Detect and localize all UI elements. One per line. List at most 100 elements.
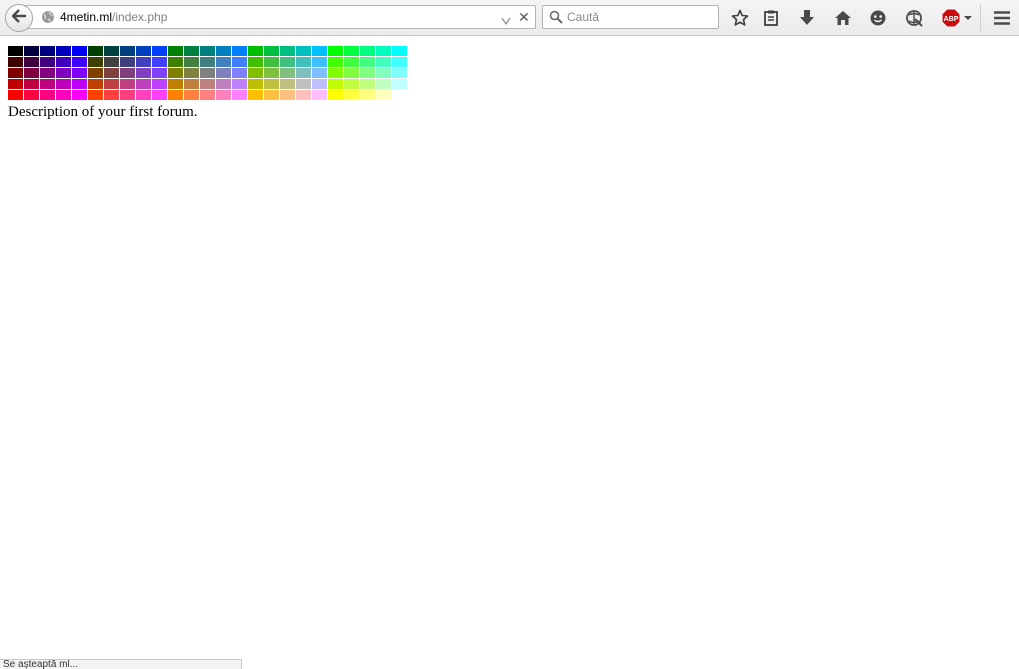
palette-color-cell[interactable] [392,79,407,89]
palette-color-cell[interactable] [152,90,167,100]
chat-icon[interactable] [867,7,889,29]
palette-color-cell[interactable] [392,46,407,56]
palette-color-cell[interactable] [40,46,55,56]
palette-color-cell[interactable] [248,46,263,56]
search-bar[interactable]: Caută [542,5,719,29]
palette-color-cell[interactable] [216,57,231,67]
back-button[interactable] [5,4,33,32]
palette-color-cell[interactable] [376,68,391,78]
palette-color-cell[interactable] [296,79,311,89]
palette-color-cell[interactable] [152,68,167,78]
palette-color-cell[interactable] [328,46,343,56]
palette-color-cell[interactable] [168,46,183,56]
palette-color-cell[interactable] [232,68,247,78]
palette-color-cell[interactable] [312,46,327,56]
palette-color-cell[interactable] [280,79,295,89]
palette-color-cell[interactable] [232,57,247,67]
palette-color-cell[interactable] [88,68,103,78]
palette-color-cell[interactable] [360,68,375,78]
palette-color-cell[interactable] [72,79,87,89]
palette-color-cell[interactable] [216,90,231,100]
palette-color-cell[interactable] [168,79,183,89]
palette-color-cell[interactable] [344,57,359,67]
palette-color-cell[interactable] [8,68,23,78]
palette-color-cell[interactable] [136,57,151,67]
palette-color-cell[interactable] [280,68,295,78]
palette-color-cell[interactable] [24,90,39,100]
palette-color-cell[interactable] [120,46,135,56]
palette-color-cell[interactable] [8,46,23,56]
palette-color-cell[interactable] [152,46,167,56]
palette-color-cell[interactable] [264,46,279,56]
palette-color-cell[interactable] [296,46,311,56]
palette-color-cell[interactable] [280,90,295,100]
palette-color-cell[interactable] [136,46,151,56]
palette-color-cell[interactable] [8,79,23,89]
palette-color-cell[interactable] [200,68,215,78]
palette-color-cell[interactable] [232,46,247,56]
palette-color-cell[interactable] [264,79,279,89]
palette-color-cell[interactable] [56,57,71,67]
palette-color-cell[interactable] [40,68,55,78]
palette-color-cell[interactable] [344,90,359,100]
home-icon[interactable] [832,7,854,29]
palette-color-cell[interactable] [248,79,263,89]
palette-color-cell[interactable] [376,90,391,100]
palette-color-cell[interactable] [232,90,247,100]
palette-color-cell[interactable] [184,57,199,67]
palette-color-cell[interactable] [248,90,263,100]
palette-color-cell[interactable] [392,57,407,67]
palette-color-cell[interactable] [88,79,103,89]
palette-color-cell[interactable] [168,90,183,100]
palette-color-cell[interactable] [120,57,135,67]
star-icon[interactable] [729,7,751,29]
menu-icon[interactable] [991,7,1013,29]
palette-color-cell[interactable] [264,90,279,100]
palette-color-cell[interactable] [360,79,375,89]
palette-color-cell[interactable] [8,90,23,100]
download-icon[interactable] [796,7,818,29]
palette-color-cell[interactable] [264,57,279,67]
palette-color-cell[interactable] [56,79,71,89]
palette-color-cell[interactable] [40,57,55,67]
palette-color-cell[interactable] [136,79,151,89]
palette-color-cell[interactable] [344,68,359,78]
palette-color-cell[interactable] [104,90,119,100]
palette-color-cell[interactable] [296,90,311,100]
palette-color-cell[interactable] [184,68,199,78]
palette-color-cell[interactable] [104,79,119,89]
url-text[interactable]: 4metin.ml/index.php [60,10,167,24]
palette-color-cell[interactable] [24,46,39,56]
palette-color-cell[interactable] [280,46,295,56]
palette-color-cell[interactable] [200,90,215,100]
palette-color-cell[interactable] [88,57,103,67]
palette-color-cell[interactable] [312,57,327,67]
palette-color-cell[interactable] [216,68,231,78]
palette-color-cell[interactable] [280,57,295,67]
palette-color-cell[interactable] [328,90,343,100]
palette-color-cell[interactable] [376,79,391,89]
palette-color-cell[interactable] [344,46,359,56]
palette-color-cell[interactable] [328,57,343,67]
palette-color-cell[interactable] [296,68,311,78]
palette-color-cell[interactable] [328,79,343,89]
palette-color-cell[interactable] [168,57,183,67]
palette-color-cell[interactable] [72,68,87,78]
palette-color-cell[interactable] [392,90,407,100]
palette-color-cell[interactable] [328,68,343,78]
palette-color-cell[interactable] [312,79,327,89]
palette-color-cell[interactable] [136,90,151,100]
palette-color-cell[interactable] [152,79,167,89]
palette-color-cell[interactable] [104,68,119,78]
palette-color-cell[interactable] [88,90,103,100]
adblock-icon[interactable]: ABP [940,7,974,29]
palette-color-cell[interactable] [24,57,39,67]
palette-color-cell[interactable] [216,79,231,89]
palette-color-cell[interactable] [72,90,87,100]
palette-color-cell[interactable] [312,90,327,100]
palette-color-cell[interactable] [56,90,71,100]
palette-color-cell[interactable] [312,68,327,78]
palette-color-cell[interactable] [200,46,215,56]
palette-color-cell[interactable] [40,90,55,100]
palette-color-cell[interactable] [8,57,23,67]
